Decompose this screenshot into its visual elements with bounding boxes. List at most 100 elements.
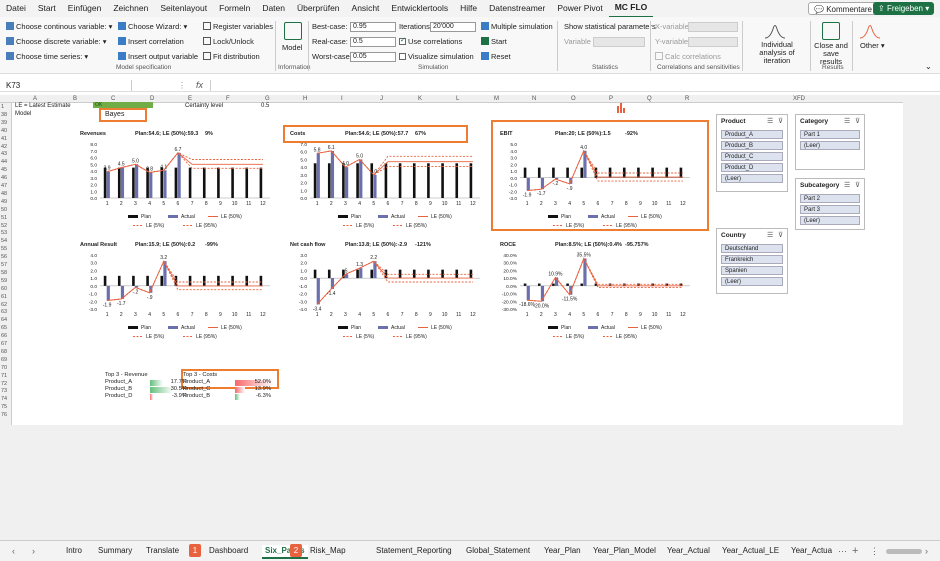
actual-bar[interactable] xyxy=(373,174,377,198)
row-header[interactable]: 40 xyxy=(1,128,7,135)
model-button[interactable]: Model xyxy=(282,43,302,53)
sheet-tab-badge[interactable]: 1 xyxy=(189,544,201,557)
chart-roce[interactable]: ROCE Plan:8.5%; LE (50%):0.4% -95.757% -30.… xyxy=(498,241,694,345)
tab-more-icon[interactable]: ⋯ xyxy=(838,545,847,557)
le5-line[interactable] xyxy=(527,257,683,302)
clear-filter-icon[interactable]: ⊽ xyxy=(855,181,860,189)
share-button[interactable]: ⇪ Freigeben ▾ xyxy=(873,2,935,15)
menu-tab[interactable]: Start xyxy=(32,0,62,17)
row-header[interactable]: 46 xyxy=(1,175,7,182)
plan-bar[interactable] xyxy=(398,163,402,198)
row-header[interactable]: 76 xyxy=(1,412,7,419)
column-header[interactable]: I xyxy=(341,95,343,103)
row-header[interactable]: 52 xyxy=(1,223,7,230)
slicer-item[interactable]: (Leer) xyxy=(721,174,783,183)
plan-bar[interactable] xyxy=(327,163,331,198)
plan-bar[interactable] xyxy=(580,167,584,178)
column-header[interactable]: R xyxy=(685,95,689,103)
actual-bar[interactable] xyxy=(345,167,349,198)
actual-bar[interactable] xyxy=(345,274,349,279)
row-header[interactable]: 72 xyxy=(1,381,7,388)
tab-next-icon[interactable]: › xyxy=(32,545,35,557)
multi-select-icon[interactable]: ☰ xyxy=(844,117,850,125)
actual-bar[interactable] xyxy=(106,285,110,301)
le95-line[interactable] xyxy=(317,150,473,176)
plan-bar[interactable] xyxy=(523,167,527,178)
row-header[interactable]: 39 xyxy=(1,120,7,127)
row-header[interactable]: 63 xyxy=(1,309,7,316)
row-header[interactable]: 61 xyxy=(1,294,7,301)
plan-bar[interactable] xyxy=(356,163,359,198)
le5-line[interactable] xyxy=(316,260,473,305)
menu-tab[interactable]: Formeln xyxy=(213,0,256,17)
le95-line[interactable] xyxy=(106,152,263,173)
sheet-tab[interactable]: Translate xyxy=(146,545,179,557)
sheet-tab[interactable]: Risk_Map xyxy=(310,545,346,557)
row-header[interactable]: 69 xyxy=(1,357,7,364)
row-header[interactable]: 66 xyxy=(1,333,7,340)
plan-bar[interactable] xyxy=(132,275,135,286)
choose-wizard-button[interactable]: Choose Wizard: ▾ xyxy=(118,22,187,32)
row-header[interactable]: 38 xyxy=(1,112,7,119)
row-header[interactable]: 56 xyxy=(1,254,7,261)
other-button[interactable]: Other ▾ xyxy=(860,41,885,51)
slicer-item[interactable]: Part 2 xyxy=(800,194,860,203)
row-header[interactable]: 42 xyxy=(1,144,7,151)
sheet-tab[interactable]: Year_Actual xyxy=(667,545,710,557)
choose-time-series-button[interactable]: Choose time series: ▾ xyxy=(6,52,88,62)
actual-bar[interactable] xyxy=(149,172,153,198)
row-header[interactable]: 71 xyxy=(1,373,7,380)
sheet-tab-badge[interactable]: 2 xyxy=(290,544,302,557)
plan-bar[interactable] xyxy=(455,163,459,198)
column-header[interactable]: B xyxy=(73,95,77,103)
row-header[interactable]: 51 xyxy=(1,215,7,222)
clear-filter-icon[interactable]: ⊽ xyxy=(855,117,860,125)
plan-bar[interactable] xyxy=(160,167,164,198)
plan-bar[interactable] xyxy=(342,163,345,198)
column-header[interactable]: H xyxy=(303,95,307,103)
choose-continuous-button[interactable]: Choose continous variable: ▾ xyxy=(6,22,112,32)
plan-bar[interactable] xyxy=(188,275,192,286)
menu-tab[interactable]: Datei xyxy=(0,0,32,17)
row-header[interactable]: 59 xyxy=(1,278,7,285)
row-header[interactable]: 54 xyxy=(1,238,7,245)
plan-bar[interactable] xyxy=(313,163,317,198)
column-header[interactable]: O xyxy=(571,95,576,103)
show-statistics-button[interactable]: Show statistical parameters xyxy=(564,22,656,32)
scroll-right-icon[interactable]: › xyxy=(925,545,928,557)
sheet-tab[interactable]: Year_Plan xyxy=(544,545,581,557)
column-header[interactable]: N xyxy=(532,95,536,103)
plan-bar[interactable] xyxy=(160,275,164,286)
plan-bar[interactable] xyxy=(245,275,249,286)
choose-discrete-button[interactable]: Choose discrete variable: ▾ xyxy=(6,37,107,47)
row-header[interactable]: 67 xyxy=(1,341,7,348)
sheet-tab[interactable]: Year_Plan_Model xyxy=(593,545,656,557)
individual-analysis-button[interactable]: Individual analysis of iteration xyxy=(748,41,806,65)
plan-bar[interactable] xyxy=(259,275,263,286)
formula-input[interactable] xyxy=(210,80,934,91)
row-header[interactable]: 64 xyxy=(1,317,7,324)
le95-line[interactable] xyxy=(527,257,683,302)
column-header[interactable]: XFD xyxy=(793,95,805,103)
plan-bar[interactable] xyxy=(356,269,359,279)
column-header[interactable]: G xyxy=(265,95,270,103)
plan-bar[interactable] xyxy=(259,167,263,198)
add-sheet-icon[interactable]: + xyxy=(852,545,858,557)
row-header[interactable]: 53 xyxy=(1,230,7,237)
plan-bar[interactable] xyxy=(523,283,527,286)
close-save-button[interactable]: Close and save results xyxy=(813,42,849,66)
actual-bar[interactable] xyxy=(526,177,530,191)
slicer-item[interactable]: Deutschland xyxy=(721,244,783,253)
multi-select-icon[interactable]: ☰ xyxy=(767,231,773,239)
plan-bar[interactable] xyxy=(117,275,121,286)
actual-bar[interactable] xyxy=(316,278,320,305)
row-header[interactable]: 58 xyxy=(1,270,7,277)
plan-bar[interactable] xyxy=(313,269,317,279)
plan-bar[interactable] xyxy=(217,167,220,198)
multi-select-icon[interactable]: ☰ xyxy=(844,181,850,189)
le50-line[interactable] xyxy=(107,260,263,301)
sheet-tab[interactable]: Year_Actua xyxy=(791,545,832,557)
y-variable-dropdown[interactable] xyxy=(688,37,738,47)
plan-bar[interactable] xyxy=(202,275,206,286)
lock-unlock-button[interactable]: Lock/Unlock xyxy=(203,37,254,47)
